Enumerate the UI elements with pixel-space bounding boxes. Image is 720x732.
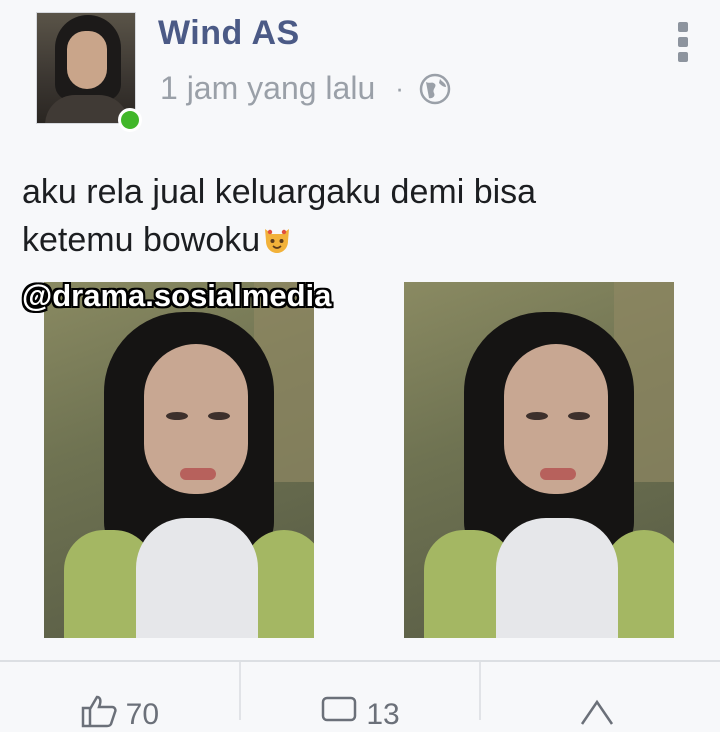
post-text: aku rela jual keluargaku demi bisa ketem…: [22, 168, 682, 264]
online-status-indicator: [118, 108, 142, 132]
comment-icon: [322, 696, 357, 722]
avatar[interactable]: [36, 12, 136, 124]
post-photo-2[interactable]: [404, 282, 674, 638]
post-meta: 1 jam yang lalu ·: [160, 70, 452, 107]
post-text-line-1: aku rela jual keluargaku demi bisa: [22, 173, 537, 211]
post-timestamp[interactable]: 1 jam yang lalu: [160, 70, 375, 107]
vertical-dots-icon[interactable]: [676, 22, 690, 62]
like-button[interactable]: 70: [0, 662, 239, 731]
post-photo-1[interactable]: [44, 282, 314, 638]
watermark: @drama.sosialmedia: [22, 278, 332, 313]
comment-button[interactable]: 13: [238, 662, 480, 731]
comment-count: 13: [366, 698, 400, 731]
meta-separator: ·: [395, 73, 404, 103]
post-text-line-2-wrap: ketemu bowoku: [22, 216, 682, 264]
cat-face-emoji-icon: [265, 229, 290, 253]
feed-post: Wind AS 1 jam yang lalu · aku rela jual …: [0, 0, 720, 731]
like-count: 70: [125, 698, 160, 731]
author-avatar[interactable]: [36, 12, 142, 132]
globe-icon: [419, 73, 451, 104]
share-icon: [580, 699, 613, 725]
share-button[interactable]: [479, 662, 720, 725]
author-name[interactable]: Wind AS: [158, 14, 300, 53]
action-bar: 70 13: [0, 662, 720, 731]
thumbs-up-icon: [81, 695, 117, 728]
post-text-line-2: ketemu bowoku: [22, 221, 261, 259]
